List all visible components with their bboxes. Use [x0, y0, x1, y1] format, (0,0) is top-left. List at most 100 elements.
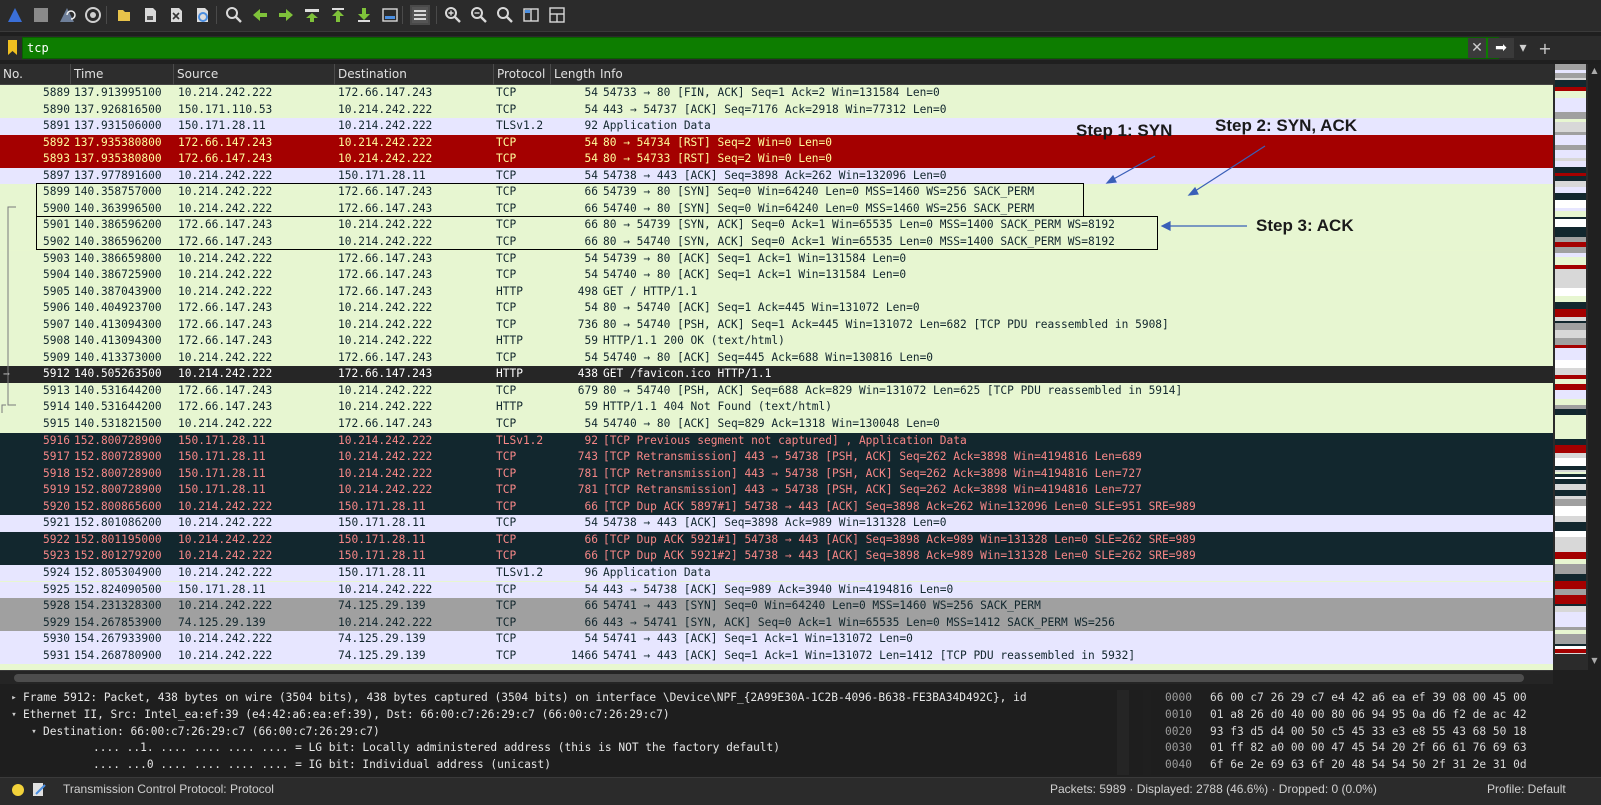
- packet-row[interactable]: 5929 154.267853900 74.125.29.139 10.214.242…: [0, 614, 1553, 632]
- packet-row[interactable]: 5906 140.404923700 172.66.147.243 10.214.24…: [0, 300, 1553, 317]
- close-file-icon[interactable]: [166, 5, 186, 25]
- column-header-destination[interactable]: Destination: [335, 64, 494, 85]
- detail-tree-item[interactable]: ▾ Ethernet II, Src: Intel_ea:ef:39 (e4:42…: [0, 707, 1143, 724]
- apply-filter-icon[interactable]: ➡: [1488, 38, 1514, 58]
- column-header-time[interactable]: Time: [71, 64, 174, 85]
- minimap-stripe: [1555, 345, 1586, 348]
- zoom-in-icon[interactable]: [443, 5, 463, 25]
- packet-row[interactable]: 5907 140.413094300 172.66.147.243 10.214.24…: [0, 316, 1553, 334]
- hscrollbar-thumb[interactable]: [14, 674, 1524, 682]
- go-to-packet-icon[interactable]: [302, 5, 322, 25]
- expand-arrow-icon[interactable]: ▸: [8, 690, 20, 707]
- resize-columns-icon[interactable]: [521, 5, 541, 25]
- hex-dump-row[interactable]: 0030 01 ff 82 a0 00 00 47 45 54 20 2f 66 …: [1151, 740, 1601, 757]
- packet-details-pane[interactable]: ▸ Frame 5912: Packet, 438 bytes on wire (…: [0, 690, 1143, 775]
- packet-row[interactable]: 5912 140.505263500 10.214.242.222 172.66.14…: [0, 366, 1553, 383]
- packet-row[interactable]: 5892 137.935380800 172.66.147.243 10.214.24…: [0, 134, 1553, 152]
- packet-row[interactable]: 5899 140.358757000 10.214.242.222 172.66.14…: [0, 184, 1553, 201]
- scroll-down-icon[interactable]: ▼: [1590, 656, 1599, 666]
- packet-row[interactable]: 5913 140.531644200 172.66.147.243 10.214.24…: [0, 382, 1553, 400]
- column-header-no[interactable]: No.: [0, 64, 71, 85]
- clear-filter-icon[interactable]: ✕: [1468, 38, 1486, 58]
- packet-row[interactable]: 5909 140.413373000 10.214.242.222 172.66.14…: [0, 349, 1553, 367]
- column-header-length[interactable]: Length: [551, 64, 597, 85]
- packet-info: [TCP Retransmission] 443 → 54738 [PSH, A…: [603, 483, 1142, 497]
- reload-file-icon[interactable]: [192, 5, 212, 25]
- edit-comment-icon[interactable]: [32, 782, 46, 798]
- packet-row[interactable]: 5905 140.387043900 10.214.242.222 172.66.14…: [0, 283, 1553, 301]
- packet-row[interactable]: 5923 152.801279200 10.214.242.222 150.171.2…: [0, 548, 1553, 565]
- bookmark-icon[interactable]: [6, 38, 20, 58]
- details-scrollbar[interactable]: [1117, 690, 1129, 775]
- packet-row[interactable]: 5902 140.386596200 172.66.147.243 10.214.24…: [0, 233, 1553, 251]
- colorize-icon[interactable]: [410, 5, 430, 25]
- packet-row[interactable]: 5914 140.531644200 172.66.147.243 10.214.24…: [0, 399, 1553, 416]
- detail-tree-item[interactable]: ▸ Frame 5912: Packet, 438 bytes on wire (…: [0, 690, 1143, 707]
- scrollbar-track[interactable]: ▲ ▼: [1588, 64, 1601, 670]
- auto-scroll-icon[interactable]: [380, 5, 400, 25]
- collapse-arrow-icon[interactable]: ▾: [8, 707, 20, 724]
- hex-dump-row[interactable]: 0010 01 a8 26 d0 40 00 80 06 94 95 0a d6 …: [1151, 707, 1601, 724]
- packet-row[interactable]: 5918 152.800728900 150.171.28.11 10.214.242…: [0, 465, 1553, 483]
- find-packet-icon[interactable]: [224, 5, 244, 25]
- filter-history-dropdown-icon[interactable]: ▾: [1516, 38, 1530, 58]
- packet-length: 54: [584, 582, 598, 596]
- go-first-packet-icon[interactable]: [328, 5, 348, 25]
- packet-info: Application Data: [603, 565, 711, 579]
- packet-row[interactable]: 5920 152.800865600 10.214.242.222 150.171.2…: [0, 498, 1553, 516]
- packet-row[interactable]: 5924 152.805304900 10.214.242.222 150.171.2…: [0, 564, 1553, 582]
- start-capture-icon[interactable]: [5, 5, 25, 25]
- detail-tree-item[interactable]: .... ...0 .... .... .... .... = IG bit: …: [0, 757, 1143, 774]
- hex-dump-row[interactable]: 0040 6f 6e 2e 69 63 6f 20 48 54 54 50 2f …: [1151, 757, 1601, 774]
- packet-row[interactable]: 5903 140.386659800 10.214.242.222 172.66.14…: [0, 250, 1553, 268]
- packet-row[interactable]: 5900 140.363996500 10.214.242.222 172.66.14…: [0, 200, 1553, 218]
- add-filter-button-icon[interactable]: +: [1537, 38, 1553, 58]
- packet-time: 154.268780900: [74, 648, 162, 662]
- stop-capture-icon[interactable]: [31, 5, 51, 25]
- expert-info-icon[interactable]: [12, 784, 24, 796]
- packet-list-hscrollbar[interactable]: [0, 670, 1553, 684]
- detail-tree-item[interactable]: ▾ Destination: 66:00:c7:26:29:c7 (66:00:c…: [0, 724, 1143, 741]
- packet-row[interactable]: 5915 140.531821500 10.214.242.222 172.66.14…: [0, 416, 1553, 433]
- go-last-packet-icon[interactable]: [354, 5, 374, 25]
- hex-dump-row[interactable]: 0020 93 f3 d5 d4 00 50 c5 45 33 e3 e8 55 …: [1151, 724, 1601, 741]
- packet-row[interactable]: 5908 140.413094300 172.66.147.243 10.214.24…: [0, 333, 1553, 350]
- collapse-arrow-icon[interactable]: ▾: [28, 724, 40, 741]
- packet-row[interactable]: 5916 152.800728900 150.171.28.11 10.214.242…: [0, 432, 1553, 450]
- status-profile[interactable]: Profile: Default: [1487, 782, 1566, 796]
- capture-options-icon[interactable]: [83, 5, 103, 25]
- packet-row[interactable]: 5919 152.800728900 150.171.28.11 10.214.242…: [0, 482, 1553, 499]
- packet-row[interactable]: 5921 152.801086200 10.214.242.222 150.171.2…: [0, 515, 1553, 532]
- go-back-icon[interactable]: [250, 5, 270, 25]
- minimap-stripe: [1555, 211, 1586, 217]
- packet-bytes-pane[interactable]: 0000 66 00 c7 26 29 c7 e4 42 a6 ea ef 39 …: [1151, 690, 1601, 775]
- restart-capture-icon[interactable]: [57, 5, 77, 25]
- packet-row[interactable]: 5897 137.977891600 10.214.242.222 150.171.2…: [0, 167, 1553, 185]
- packet-row[interactable]: 5931 154.268780900 10.214.242.222 74.125.29…: [0, 647, 1553, 665]
- minimap-stripe: [1555, 158, 1586, 161]
- packet-row[interactable]: 5917 152.800728900 150.171.28.11 10.214.242…: [0, 449, 1553, 466]
- layout-icon[interactable]: [547, 5, 567, 25]
- column-header-source[interactable]: Source: [174, 64, 335, 85]
- open-file-icon[interactable]: [114, 5, 134, 25]
- column-header-info[interactable]: Info: [597, 64, 1553, 85]
- zoom-normal-icon[interactable]: [495, 5, 515, 25]
- packet-row[interactable]: 5925 152.824090500 150.171.28.11 10.214.242…: [0, 581, 1553, 599]
- packet-row[interactable]: 5893 137.935380800 172.66.147.243 10.214.24…: [0, 151, 1553, 168]
- detail-tree-item[interactable]: .... ..1. .... .... .... .... = LG bit: …: [0, 740, 1143, 757]
- packet-row[interactable]: 5904 140.386725900 10.214.242.222 172.66.14…: [0, 267, 1553, 284]
- zoom-out-icon[interactable]: [469, 5, 489, 25]
- packet-list-scrollbar[interactable]: ▲ ▼: [1553, 64, 1601, 670]
- hex-dump-row[interactable]: 0000 66 00 c7 26 29 c7 e4 42 a6 ea ef 39 …: [1151, 690, 1601, 707]
- scroll-up-icon[interactable]: ▲: [1590, 66, 1599, 76]
- go-forward-icon[interactable]: [276, 5, 296, 25]
- packet-minimap[interactable]: [1555, 64, 1586, 654]
- packet-row[interactable]: 5930 154.267933900 10.214.242.222 74.125.29…: [0, 631, 1553, 648]
- column-header-protocol[interactable]: Protocol: [494, 64, 551, 85]
- packet-row[interactable]: 5922 152.801195000 10.214.242.222 150.171.2…: [0, 531, 1553, 549]
- display-filter-input[interactable]: [22, 37, 1499, 59]
- packet-row[interactable]: 5928 154.231328300 10.214.242.222 74.125.29…: [0, 598, 1553, 615]
- packet-row[interactable]: 5889 137.913995100 10.214.242.222 172.66.14…: [0, 85, 1553, 102]
- save-file-icon[interactable]: [140, 5, 160, 25]
- packet-list[interactable]: No. Time Source Destination Protocol Len…: [0, 64, 1553, 670]
